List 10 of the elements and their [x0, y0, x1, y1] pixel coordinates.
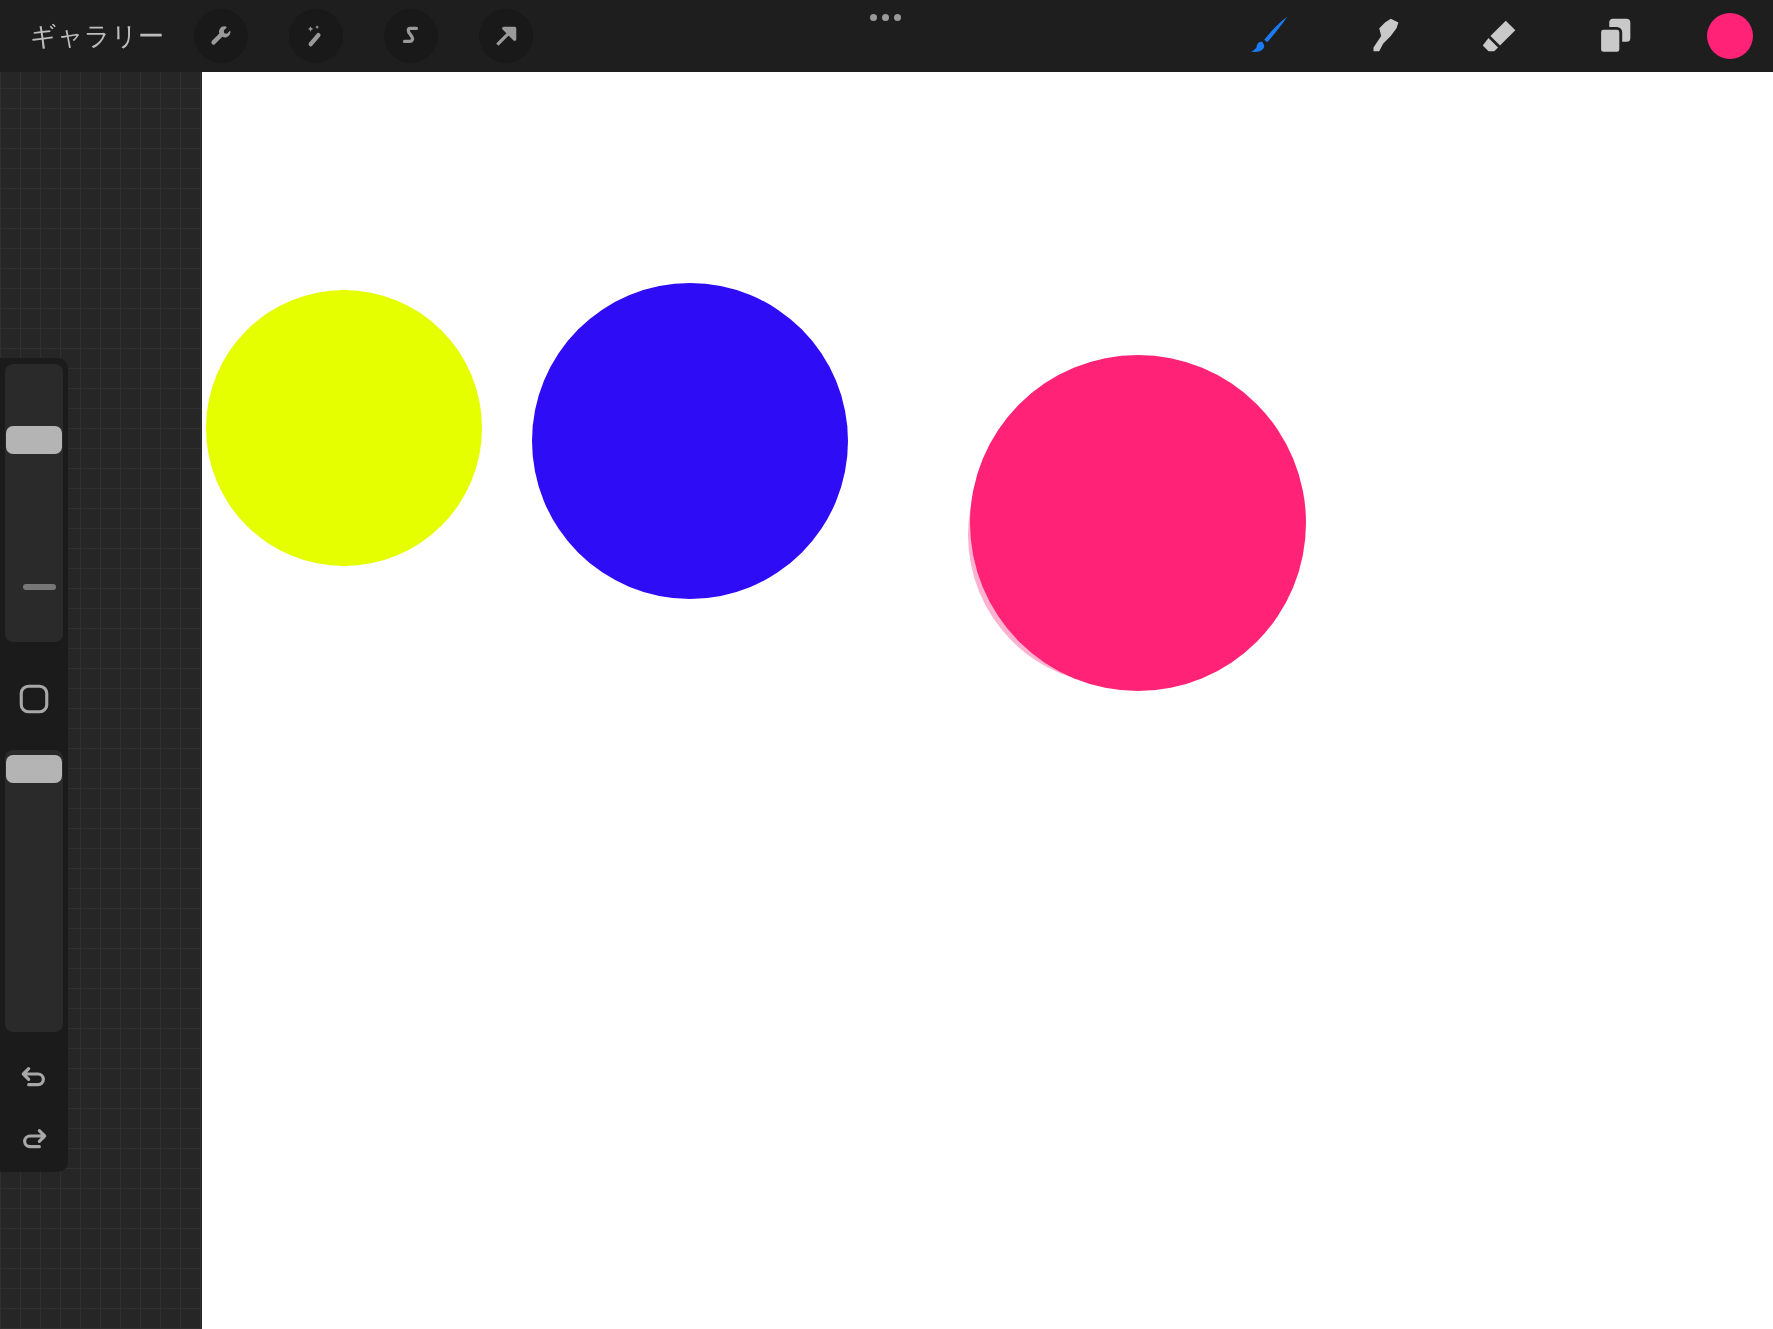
slider-thumb[interactable]: [6, 755, 62, 784]
brush-size-slider[interactable]: [5, 364, 63, 642]
slider-tick: [23, 584, 56, 590]
square-icon[interactable]: [17, 682, 51, 716]
drawing-canvas[interactable]: [202, 72, 1773, 1329]
more-options-icon[interactable]: [868, 12, 903, 23]
opacity-slider[interactable]: [5, 750, 63, 1032]
color-swatch[interactable]: [1707, 13, 1753, 59]
gallery-button[interactable]: ギャラリー: [30, 18, 164, 54]
slider-thumb[interactable]: [6, 426, 62, 455]
